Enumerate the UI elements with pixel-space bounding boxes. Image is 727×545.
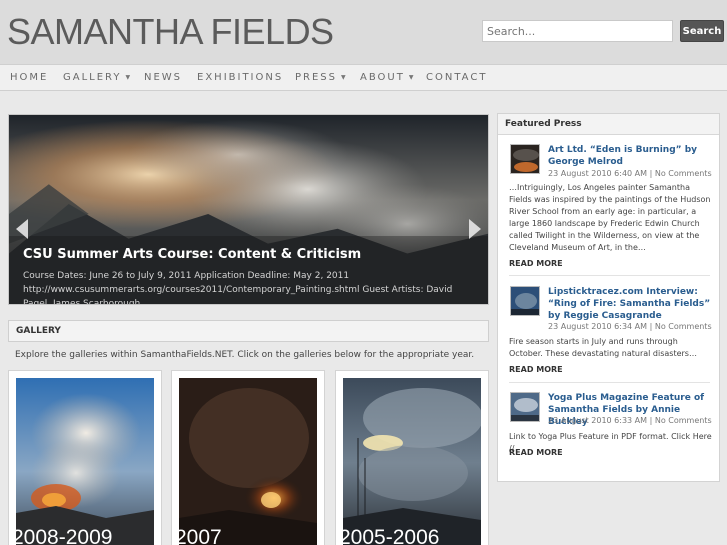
nav-item-label: NEWS — [144, 72, 183, 83]
nav-item-label: GALLERY — [63, 72, 122, 83]
press-thumb-image[interactable] — [510, 144, 540, 174]
nav-item-contact[interactable]: CONTACT — [426, 72, 487, 83]
press-date: 23 August 2010 6:40 AM — [548, 169, 648, 178]
gallery-thumb-image — [343, 378, 481, 545]
nav-item-about[interactable]: ABOUT ▼ — [360, 72, 413, 83]
featured-press-sidebar: Featured Press Art Ltd. “Eden is Burning… — [497, 113, 720, 482]
search-button[interactable]: Search — [680, 20, 724, 42]
press-meta: 23 August 2010 6:33 AM | No Comments — [548, 416, 712, 425]
nav-item-home[interactable]: HOME — [10, 72, 48, 83]
left-arrow-icon[interactable] — [13, 217, 31, 241]
nav-item-exhibitions[interactable]: EXHIBITIONS — [197, 72, 283, 83]
slider-title[interactable]: CSU Summer Arts Course: Content & Critic… — [23, 247, 361, 262]
right-arrow-icon[interactable] — [466, 217, 484, 241]
gallery-thumb-label: 2008-2009 — [12, 526, 113, 545]
gallery-thumb-2008-2009[interactable]: 2008-2009 — [8, 370, 162, 545]
press-excerpt: Fire season starts in July and runs thro… — [509, 337, 697, 358]
gallery-thumb-label: 2005-2006 — [339, 526, 440, 545]
press-meta: 23 August 2010 6:34 AM | No Comments — [548, 322, 712, 331]
comments-link[interactable]: No Comments — [655, 416, 712, 425]
nav-item-label: CONTACT — [426, 72, 488, 83]
nav-item-press[interactable]: PRESS ▼ — [295, 72, 346, 83]
site-header: SAMANTHA FIELDS Search — [0, 0, 727, 64]
caret-down-icon: ▼ — [125, 74, 131, 81]
sidebar-title: Featured Press — [505, 119, 582, 129]
comments-link[interactable]: No Comments — [655, 169, 712, 178]
gallery-title: GALLERY — [16, 326, 61, 336]
read-more-link[interactable]: READ MORE — [509, 448, 563, 457]
gallery-thumb-2007[interactable]: 2007 — [171, 370, 325, 545]
nav-item-label: HOME — [10, 72, 49, 83]
divider — [509, 382, 710, 383]
press-title-link[interactable]: Lipsticktracez.com Interview: “Ring of F… — [548, 286, 713, 322]
press-excerpt: …Intriguingly, Los Angeles painter Saman… — [509, 183, 711, 252]
divider — [509, 275, 710, 276]
read-more-link[interactable]: READ MORE — [509, 365, 563, 374]
press-date: 23 August 2010 6:34 AM — [548, 322, 648, 331]
gallery-thumb-2005-2006[interactable]: 2005-2006 — [335, 370, 489, 545]
nav-item-gallery[interactable]: GALLERY ▼ — [63, 72, 130, 83]
featured-slider[interactable]: CSU Summer Arts Course: Content & Critic… — [8, 114, 489, 305]
search-input[interactable] — [482, 20, 673, 42]
site-title[interactable]: SAMANTHA FIELDS — [7, 11, 334, 53]
nav-item-news[interactable]: NEWS — [144, 72, 182, 83]
press-thumb-image[interactable] — [510, 286, 540, 316]
press-title-link[interactable]: Art Ltd. “Eden is Burning” by George Mel… — [548, 144, 713, 168]
gallery-section-header: GALLERY — [8, 320, 489, 342]
gallery-thumb-image — [179, 378, 317, 545]
caret-down-icon: ▼ — [408, 74, 414, 81]
main-nav: HOME GALLERY ▼ NEWS EXHIBITIONS PRESS ▼ AB… — [0, 64, 727, 91]
caret-down-icon: ▼ — [341, 74, 346, 81]
nav-item-label: ABOUT — [360, 72, 405, 83]
nav-item-label: PRESS — [295, 72, 337, 83]
nav-item-label: EXHIBITIONS — [197, 72, 284, 83]
press-thumb-image[interactable] — [510, 392, 540, 422]
gallery-thumb-image — [16, 378, 154, 545]
press-date: 23 August 2010 6:33 AM — [548, 416, 648, 425]
slider-text: Course Dates: June 26 to July 9, 2011 Ap… — [23, 271, 453, 305]
comments-link[interactable]: No Comments — [655, 322, 712, 331]
read-more-link[interactable]: READ MORE — [509, 259, 563, 268]
gallery-thumb-label: 2007 — [175, 526, 222, 545]
sidebar-header: Featured Press — [498, 114, 719, 135]
press-meta: 23 August 2010 6:40 AM | No Comments — [548, 169, 712, 178]
gallery-intro: Explore the galleries within SamanthaFie… — [15, 350, 475, 360]
